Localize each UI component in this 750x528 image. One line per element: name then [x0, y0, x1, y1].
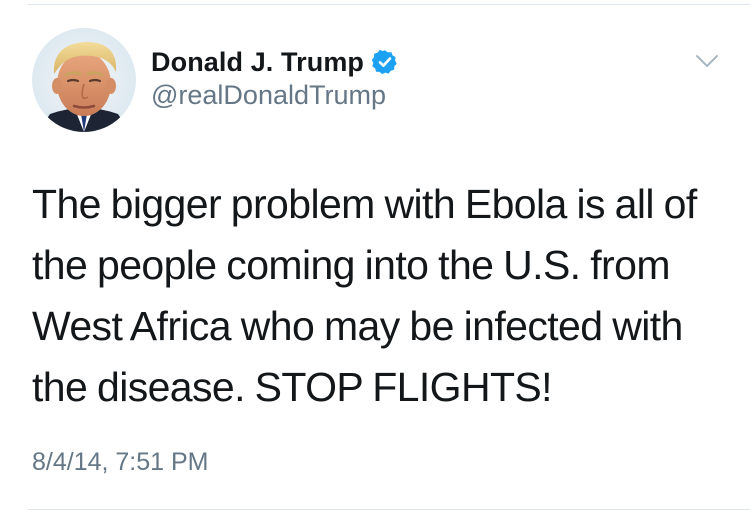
user-handle[interactable]: @realDonaldTrump	[151, 80, 386, 111]
chevron-down-icon[interactable]	[692, 50, 722, 74]
display-name[interactable]: Donald J. Trump	[151, 47, 364, 78]
verified-badge-icon	[371, 49, 398, 75]
bottom-divider	[28, 509, 750, 510]
tweet-text-line: the people coming into the U.S. from	[32, 242, 670, 288]
avatar[interactable]	[32, 28, 136, 132]
tweet-text: The bigger problem with Ebola is all of …	[32, 174, 732, 418]
profile-photo-icon	[32, 28, 136, 132]
tweet-text-line: The bigger problem with Ebola is all of	[32, 181, 697, 227]
top-divider	[28, 4, 750, 5]
author-name-row[interactable]: Donald J. Trump	[151, 42, 398, 82]
tweet-text-line: West Africa who may be infected with	[32, 303, 683, 349]
tweet-timestamp[interactable]: 8/4/14, 7:51 PM	[32, 448, 209, 477]
tweet-text-line: the disease. STOP FLIGHTS!	[32, 364, 553, 410]
